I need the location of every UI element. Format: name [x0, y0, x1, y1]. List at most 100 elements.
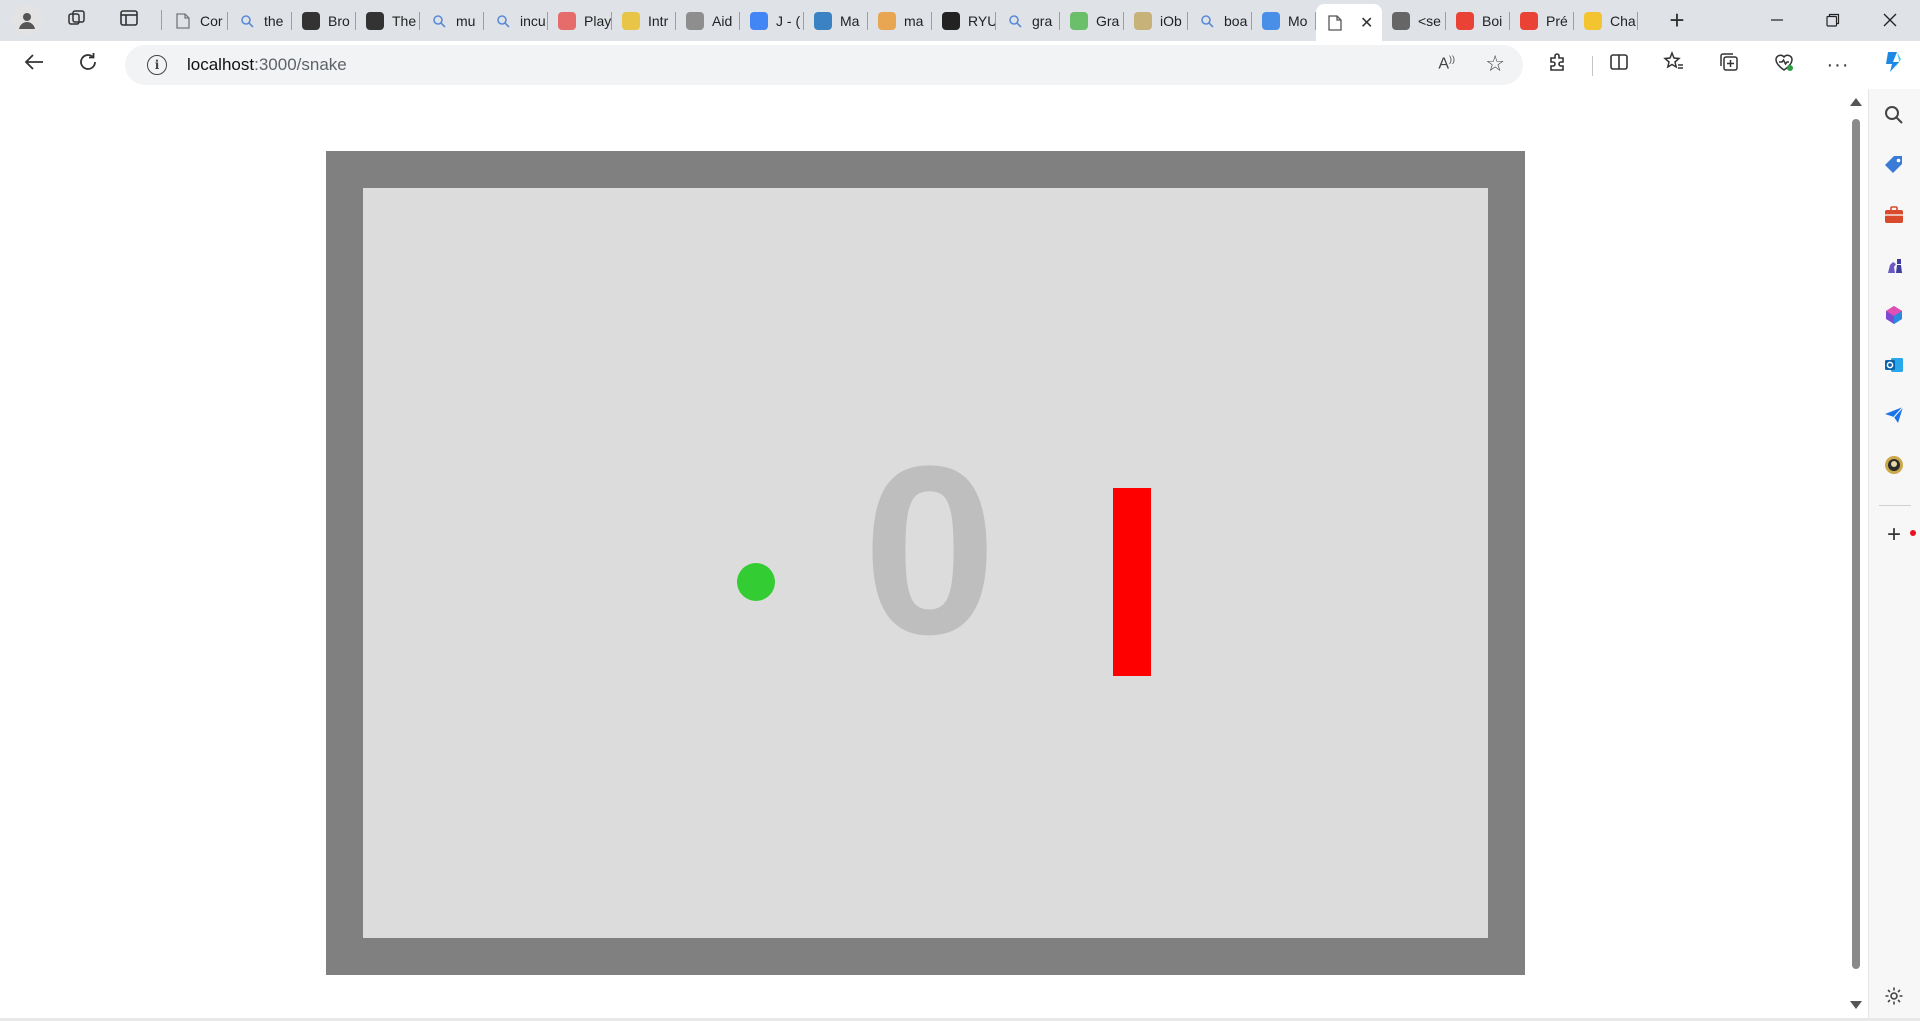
settings-more-button[interactable]: ··· [1820, 48, 1856, 82]
gem-icon [1134, 12, 1152, 30]
tab-title: The [392, 13, 417, 29]
search-icon [430, 12, 448, 30]
tab[interactable]: Gra [1060, 4, 1124, 38]
favorite-star-icon[interactable]: ☆ [1485, 51, 1505, 77]
sidebar-search-icon[interactable] [1880, 101, 1908, 129]
extension-badge-icon[interactable] [1880, 451, 1908, 479]
tab[interactable]: the [228, 4, 292, 38]
tab[interactable]: boa [1188, 4, 1252, 38]
collections-button[interactable] [1711, 48, 1747, 82]
url-host: localhost [187, 55, 255, 74]
game-board-frame: 0 [326, 151, 1525, 975]
tab-title: Gra [1096, 13, 1120, 29]
code-icon [622, 12, 640, 30]
tab[interactable]: Pré [1510, 4, 1574, 38]
send-paperplane-icon[interactable] [1880, 401, 1908, 429]
c-icon [1262, 12, 1280, 30]
close-window-button[interactable] [1860, 0, 1920, 40]
tab-title: gra [1032, 13, 1053, 29]
split-screen-icon [1608, 51, 1630, 79]
tab[interactable]: incu [484, 4, 548, 38]
tab[interactable]: The [356, 4, 420, 38]
hazard-icon [878, 12, 896, 30]
tab[interactable]: Aid [676, 4, 740, 38]
tab[interactable]: Intr [612, 4, 676, 38]
add-sidebar-app-icon[interactable]: + [1880, 521, 1908, 549]
games-chess-icon[interactable] [1880, 251, 1908, 279]
page-icon [1326, 14, 1344, 32]
game-board[interactable]: 0 [363, 188, 1488, 938]
scroll-up-arrow-icon[interactable] [1850, 98, 1862, 106]
outlook-icon[interactable] [1880, 351, 1908, 379]
tab-title: Bro [328, 13, 350, 29]
openai-icon [686, 12, 704, 30]
docs-icon [750, 12, 768, 30]
back-button[interactable] [16, 48, 52, 82]
scrollbar-thumb[interactable] [1852, 119, 1860, 969]
puzzle-icon [1547, 51, 1569, 79]
copilot-icon [1880, 49, 1906, 81]
tab-title: Cha [1610, 13, 1636, 29]
search-icon [1006, 12, 1024, 30]
new-tab-button[interactable]: + [1660, 4, 1694, 36]
read-aloud-icon[interactable]: A)) [1438, 54, 1455, 73]
tab[interactable]: mu [420, 4, 484, 38]
tab-title: Aid [712, 13, 733, 29]
vertical-scrollbar[interactable] [1845, 89, 1868, 1018]
workspaces-button[interactable] [60, 4, 94, 36]
tab[interactable]: iOb [1124, 4, 1188, 38]
address-bar[interactable]: i localhost:3000/snake A)) ☆ [125, 45, 1523, 85]
score-display: 0 [863, 416, 997, 684]
browser-essentials-button[interactable] [1766, 48, 1802, 82]
tab[interactable]: RYU [932, 4, 996, 38]
sidebar-divider [1879, 505, 1911, 506]
tab-title: <se [1418, 13, 1441, 29]
tab[interactable]: J - ( [740, 4, 804, 38]
tab[interactable]: Bro [292, 4, 356, 38]
edge-sidebar: + [1868, 89, 1920, 1021]
profile-icon [12, 5, 42, 35]
vertical-tabs-button[interactable] [112, 4, 146, 36]
tab-title: iOb [1160, 13, 1182, 29]
url-text[interactable]: localhost:3000/snake [187, 55, 347, 75]
notion-icon [302, 12, 320, 30]
tab[interactable]: Mo [1252, 4, 1316, 38]
refresh-button[interactable] [70, 48, 106, 82]
minimize-button[interactable] [1747, 0, 1807, 40]
split-screen-button[interactable] [1601, 48, 1637, 82]
close-tab-icon[interactable]: ✕ [1360, 13, 1373, 33]
browser-toolbar: i localhost:3000/snake A)) ☆ ··· [0, 41, 1920, 89]
copilot-button[interactable] [1875, 48, 1911, 82]
tab[interactable]: Play [548, 4, 612, 38]
collections-icon [1718, 51, 1740, 79]
tab[interactable]: <se [1382, 4, 1446, 38]
tab-title: Pré [1546, 13, 1568, 29]
site-info-icon[interactable]: i [147, 55, 167, 75]
scroll-down-arrow-icon[interactable] [1850, 1001, 1862, 1009]
shopping-tag-icon[interactable] [1880, 151, 1908, 179]
read-aloud-glyph: A [1438, 55, 1449, 73]
tab-active[interactable]: snake✕ [1316, 4, 1382, 42]
tab-title: incu [520, 13, 546, 29]
url-path: :3000/snake [254, 55, 347, 74]
tab[interactable]: Cor [164, 4, 228, 38]
favorites-button[interactable] [1656, 48, 1692, 82]
search-icon [238, 12, 256, 30]
tab[interactable]: Ma [804, 4, 868, 38]
restore-button[interactable] [1803, 0, 1863, 40]
extensions-button[interactable] [1540, 48, 1576, 82]
sidebar-settings-gear-icon[interactable] [1880, 982, 1908, 1010]
tab[interactable]: ma [868, 4, 932, 38]
profile-button[interactable] [10, 4, 44, 36]
tab[interactable]: gra [996, 4, 1060, 38]
workspaces-icon [67, 8, 87, 33]
tab[interactable]: Cha [1574, 4, 1638, 38]
search-icon [494, 12, 512, 30]
tab-title: J - ( [776, 13, 801, 29]
tab[interactable]: Boi [1446, 4, 1510, 38]
microsoft365-icon[interactable] [1880, 301, 1908, 329]
trello-icon [814, 12, 832, 30]
m-icon [1392, 12, 1410, 30]
tools-briefcase-icon[interactable] [1880, 201, 1908, 229]
heart-pulse-icon [1773, 51, 1795, 79]
